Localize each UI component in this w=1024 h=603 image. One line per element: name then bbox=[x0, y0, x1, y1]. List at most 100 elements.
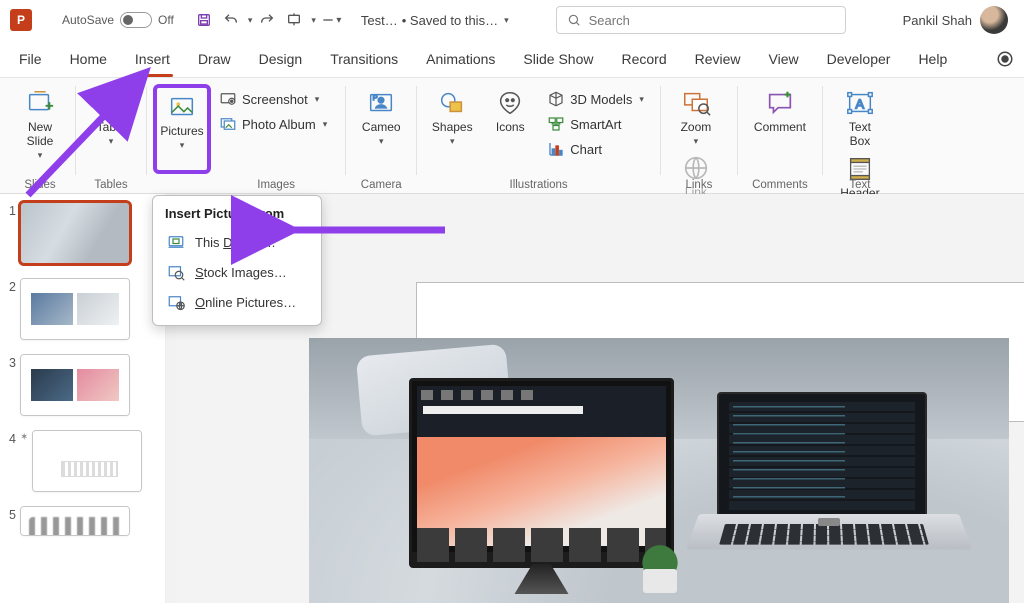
screenshot-label: Screenshot bbox=[242, 92, 308, 107]
chevron-down-icon: ▾ bbox=[379, 136, 384, 147]
popup-stock-images[interactable]: Stock Images… bbox=[155, 257, 319, 287]
autosave-label: AutoSave bbox=[62, 13, 114, 27]
tab-developer[interactable]: Developer bbox=[814, 45, 904, 73]
app-icon: P bbox=[10, 9, 32, 31]
slide-thumbnail-2[interactable] bbox=[20, 278, 130, 340]
comment-label: Comment bbox=[754, 120, 806, 134]
tab-design[interactable]: Design bbox=[246, 45, 316, 73]
tab-view[interactable]: View bbox=[756, 45, 812, 73]
title-dropdown-icon[interactable]: ▾ bbox=[504, 15, 509, 26]
search-icon bbox=[567, 13, 581, 27]
textbox-icon: A bbox=[845, 88, 875, 118]
shapes-icon bbox=[437, 88, 467, 118]
zoom-button[interactable]: Zoom ▾ bbox=[667, 84, 725, 147]
slide-image[interactable] bbox=[309, 338, 1009, 603]
group-comments: Comment Comments bbox=[738, 80, 822, 193]
shapes-button[interactable]: Shapes ▾ bbox=[423, 84, 481, 174]
annotation-arrow-this-device bbox=[275, 212, 455, 255]
autosave-toggle[interactable] bbox=[120, 12, 152, 28]
cameo-label: Cameo bbox=[362, 120, 401, 134]
avatar[interactable] bbox=[980, 6, 1008, 34]
group-links: Zoom ▾ Link ▾ Action Links bbox=[661, 80, 737, 193]
doc-name[interactable]: Test… bbox=[361, 13, 398, 28]
tab-animations[interactable]: Animations bbox=[413, 45, 508, 73]
user-name: Pankil Shah bbox=[903, 13, 972, 28]
chevron-down-icon: ▾ bbox=[639, 94, 644, 105]
present-icon[interactable] bbox=[282, 8, 306, 32]
title-text: Test… • Saved to this… ▾ bbox=[361, 13, 509, 28]
autosave-group: AutoSave Off bbox=[62, 12, 174, 28]
chevron-down-icon: ▾ bbox=[694, 136, 699, 147]
textbox-label: Text Box bbox=[849, 120, 871, 148]
icons-label: Icons bbox=[496, 120, 525, 134]
tab-review[interactable]: Review bbox=[682, 45, 754, 73]
icons-button[interactable]: Icons bbox=[481, 84, 539, 174]
qat-overflow-icon[interactable]: ▾ bbox=[319, 8, 343, 32]
thumb-number: 2 bbox=[2, 278, 16, 294]
slide-thumbnail-5[interactable] bbox=[20, 506, 130, 536]
3d-models-label: 3D Models bbox=[570, 92, 632, 107]
camera-mode-button[interactable] bbox=[992, 46, 1018, 72]
popup-item-label: Stock Images… bbox=[195, 265, 287, 280]
chevron-down-icon: ▾ bbox=[180, 140, 185, 151]
cameo-icon: P bbox=[366, 88, 396, 118]
star-icon: ✶ bbox=[20, 430, 28, 443]
chevron-down-icon: ▾ bbox=[450, 136, 455, 147]
redo-icon[interactable] bbox=[255, 8, 279, 32]
group-illustrations: Shapes ▾ Icons 3D Models ▾ SmartArt Chart… bbox=[417, 80, 660, 193]
screenshot-icon bbox=[219, 90, 237, 108]
present-dropdown-icon[interactable]: ▾ bbox=[311, 15, 316, 26]
device-icon bbox=[167, 233, 185, 251]
group-label-camera: Camera bbox=[346, 179, 416, 191]
save-status[interactable]: • Saved to this… bbox=[402, 13, 498, 28]
photo-album-label: Photo Album bbox=[242, 117, 316, 132]
popup-online-pictures[interactable]: Online Pictures… bbox=[155, 287, 319, 317]
thumb-number: 1 bbox=[2, 202, 16, 218]
photo-album-button[interactable]: Photo Album ▾ bbox=[215, 113, 331, 135]
search-input[interactable]: Search bbox=[556, 6, 846, 34]
cameo-button[interactable]: P Cameo ▾ bbox=[352, 84, 410, 174]
chevron-down-icon: ▾ bbox=[323, 119, 328, 130]
pictures-icon bbox=[167, 92, 197, 122]
3d-models-button[interactable]: 3D Models ▾ bbox=[543, 88, 648, 110]
thumb-number: 5 bbox=[2, 506, 16, 522]
chart-button[interactable]: Chart bbox=[543, 138, 648, 160]
smartart-label: SmartArt bbox=[570, 117, 621, 132]
undo-dropdown-icon[interactable]: ▾ bbox=[248, 15, 253, 26]
zoom-icon bbox=[681, 88, 711, 118]
group-label-illustrations: Illustrations bbox=[417, 179, 660, 191]
slide-thumbnail-3[interactable] bbox=[20, 354, 130, 416]
popup-item-label: Online Pictures… bbox=[195, 295, 296, 310]
slide-thumbnail-4[interactable] bbox=[32, 430, 142, 492]
photo-album-icon bbox=[219, 115, 237, 133]
text-box-button[interactable]: A Text Box bbox=[831, 84, 889, 148]
user-area[interactable]: Pankil Shah bbox=[903, 6, 1014, 34]
group-images: Pictures ▾ Screenshot▾ Photo Album▾ Imag… bbox=[147, 80, 345, 193]
svg-text:P: P bbox=[373, 93, 378, 102]
tab-draw[interactable]: Draw bbox=[185, 45, 244, 73]
tab-slideshow[interactable]: Slide Show bbox=[510, 45, 606, 73]
group-label-comments: Comments bbox=[738, 179, 822, 191]
thumb-number: 4 bbox=[2, 430, 16, 446]
comment-button[interactable]: Comment bbox=[744, 84, 816, 174]
smartart-icon bbox=[547, 115, 565, 133]
group-label-links: Links bbox=[661, 179, 737, 191]
app-letter: P bbox=[17, 13, 25, 27]
tab-record[interactable]: Record bbox=[608, 45, 679, 73]
smartart-button[interactable]: SmartArt bbox=[543, 113, 648, 135]
chart-label: Chart bbox=[570, 142, 602, 157]
screenshot-button[interactable]: Screenshot ▾ bbox=[215, 88, 331, 110]
undo-icon[interactable] bbox=[219, 8, 243, 32]
slide-thumbnails: 1 2 3 4 ✶ 5 bbox=[0, 194, 166, 603]
group-text: A Text Box Header & Footer Text bbox=[823, 80, 897, 193]
autosave-state: Off bbox=[158, 13, 174, 27]
cube-icon bbox=[547, 90, 565, 108]
save-icon[interactable] bbox=[192, 8, 216, 32]
tab-transitions[interactable]: Transitions bbox=[317, 45, 411, 73]
chevron-down-icon: ▾ bbox=[315, 94, 320, 105]
photo-laptop bbox=[699, 392, 959, 582]
chart-icon bbox=[547, 140, 565, 158]
tab-help[interactable]: Help bbox=[905, 45, 960, 73]
quick-access-toolbar: ▾ ▾ ▾ bbox=[192, 8, 343, 32]
group-label-text: Text bbox=[823, 179, 897, 191]
